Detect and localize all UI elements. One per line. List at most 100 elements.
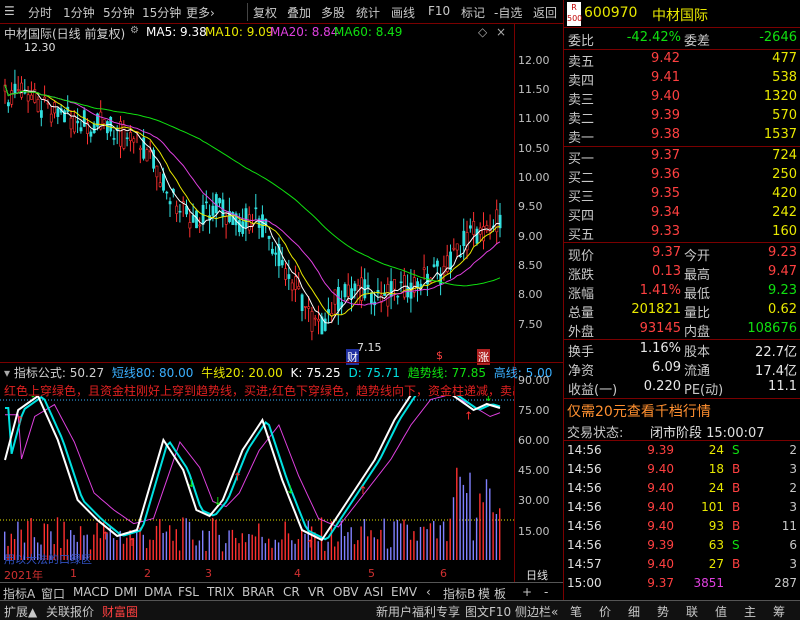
candle-body <box>270 248 274 254</box>
stats-button[interactable]: 统计 <box>356 4 380 21</box>
candle-body <box>323 318 327 331</box>
kline-chart[interactable] <box>0 40 515 362</box>
zoom-out-button[interactable]: - <box>544 585 548 599</box>
period-label: 日线 <box>526 569 548 582</box>
tab-dma[interactable]: DMA <box>144 585 172 599</box>
tab-15min[interactable]: 15分钟 <box>142 4 181 21</box>
ask-row[interactable]: 卖三 9.40 1320 <box>564 89 800 108</box>
candle-body <box>129 132 132 141</box>
tab-price[interactable]: 价 <box>599 603 611 620</box>
tab-value[interactable]: 值 <box>715 603 727 620</box>
fund-bar <box>324 550 326 560</box>
trade-time: 14:56 <box>567 500 602 514</box>
sidebar-toggle[interactable]: 侧边栏« <box>515 603 558 620</box>
f10-button[interactable]: F10 <box>428 4 450 18</box>
f10-text-tab[interactable]: 图文F10 <box>465 603 511 620</box>
tab-macd[interactable]: MACD <box>73 585 109 599</box>
tab-obv[interactable]: OBV <box>333 585 359 599</box>
candle-body <box>284 268 288 280</box>
tab-scroll-left[interactable]: ‹ <box>426 585 431 599</box>
candle-body <box>155 165 159 178</box>
tab-brar[interactable]: BRAR <box>242 585 275 599</box>
ask-price: 9.41 <box>651 70 680 85</box>
row-label-2: 最低 <box>684 287 711 302</box>
d-label: D: 75.71 <box>348 366 400 380</box>
ask-row[interactable]: 卖五 9.42 477 <box>564 51 800 70</box>
ask-row[interactable]: 卖二 9.39 570 <box>564 108 800 127</box>
bid-row[interactable]: 买三 9.35 420 <box>564 186 800 205</box>
trade-row: 15:00 9.37 3851 287 <box>564 576 800 594</box>
bid-row[interactable]: 买二 9.36 250 <box>564 167 800 186</box>
tab-1min[interactable]: 1分钟 <box>63 4 95 21</box>
tab-detail[interactable]: 细 <box>628 603 640 620</box>
fund-bar <box>429 523 432 560</box>
tab-trix[interactable]: TRIX <box>207 585 234 599</box>
indicator-collapse-icon[interactable]: ▾ <box>4 366 10 380</box>
bid-row[interactable]: 买五 9.33 160 <box>564 224 800 243</box>
ask-volume: 1320 <box>763 89 797 104</box>
overlay-button[interactable]: 叠加 <box>287 4 311 21</box>
row-label-2: 最高 <box>684 268 711 283</box>
zoom-in-button[interactable]: + <box>522 585 532 599</box>
new-user-promo[interactable]: 新用户福利专享 <box>376 603 460 620</box>
fund-bar <box>492 512 494 560</box>
multi-stock-button[interactable]: 多股 <box>321 4 345 21</box>
trade-row: 14:56 9.40 93 B 11 <box>564 519 800 537</box>
trade-price: 9.40 <box>647 557 674 571</box>
chart-settings-icon[interactable]: ⚙ <box>130 25 139 36</box>
expand-button[interactable]: 扩展▲ <box>4 603 37 620</box>
tab-cr[interactable]: CR <box>283 585 300 599</box>
diamond-icon[interactable]: ◇ <box>478 25 487 39</box>
bid-row[interactable]: 买四 9.34 242 <box>564 205 800 224</box>
candle-body <box>165 191 169 194</box>
candle-body <box>238 220 241 233</box>
row-label-2: 内盘 <box>684 325 711 340</box>
draw-line-button[interactable]: 画线 <box>391 4 415 21</box>
fund-bar <box>268 538 270 560</box>
bull-line-label: 牛线20: 20.00 <box>201 366 283 380</box>
promo-link[interactable]: 仅需20元查看千档行情 <box>567 401 711 421</box>
trade-direction: S <box>732 538 740 552</box>
fund-bar <box>169 525 171 560</box>
short-line-label: 短线80: 80.00 <box>111 366 194 380</box>
bid-row[interactable]: 买一 9.37 724 <box>564 148 800 167</box>
related-quotes-tab[interactable]: 关联报价 <box>46 603 94 620</box>
trade-count: 6 <box>789 538 797 552</box>
indicator-tick: 60.00 <box>518 434 550 447</box>
indicator-chart[interactable]: ↑↓↑↑↓↓↑↓↑↑↓↑↓ <box>0 396 515 566</box>
trade-row: 14:56 9.40 18 B 3 <box>564 462 800 480</box>
tab-fsl[interactable]: FSL <box>178 585 199 599</box>
tab-asi[interactable]: ASI <box>364 585 383 599</box>
fund-bar <box>225 543 227 560</box>
trade-count: 287 <box>774 576 797 590</box>
fund-bar <box>433 520 435 560</box>
close-chart-icon[interactable]: × <box>496 25 506 39</box>
dollar-marker[interactable]: $ <box>436 349 443 362</box>
sell-arrow-icon: ↓ <box>484 396 493 404</box>
tab-ticks[interactable]: 笔 <box>570 603 582 620</box>
tab-5min[interactable]: 5分钟 <box>103 4 135 21</box>
tab-vr[interactable]: VR <box>308 585 325 599</box>
tab-trend[interactable]: 势 <box>657 603 669 620</box>
row-label: 换手 <box>568 345 595 360</box>
tab-chips[interactable]: 筹 <box>773 603 785 620</box>
tab-more[interactable]: 更多› <box>186 4 215 21</box>
mark-button[interactable]: 标记 <box>461 4 485 21</box>
tab-dmi[interactable]: DMI <box>114 585 137 599</box>
back-button[interactable]: 返回 <box>533 4 557 21</box>
wealth-circle-tab[interactable]: 财富圈 <box>102 603 138 620</box>
fund-bar <box>271 547 273 560</box>
add-watchlist-button[interactable]: -自选 <box>494 4 522 21</box>
tab-main[interactable]: 主 <box>744 603 756 620</box>
fund-bar <box>456 467 458 560</box>
tab-emv[interactable]: EMV <box>391 585 417 599</box>
restore-rights-button[interactable]: 复权 <box>253 4 277 21</box>
toolbar-menu-icon[interactable]: ☰ <box>4 4 15 18</box>
indicator-name[interactable]: 指标公式 <box>14 366 62 380</box>
row-label: 现价 <box>568 249 595 264</box>
ask-row[interactable]: 卖四 9.41 538 <box>564 70 800 89</box>
tab-fenshi[interactable]: 分时 <box>28 4 52 21</box>
tab-link[interactable]: 联 <box>686 603 698 620</box>
fund-bar <box>413 531 415 560</box>
ask-row[interactable]: 卖一 9.38 1537 <box>564 127 800 146</box>
